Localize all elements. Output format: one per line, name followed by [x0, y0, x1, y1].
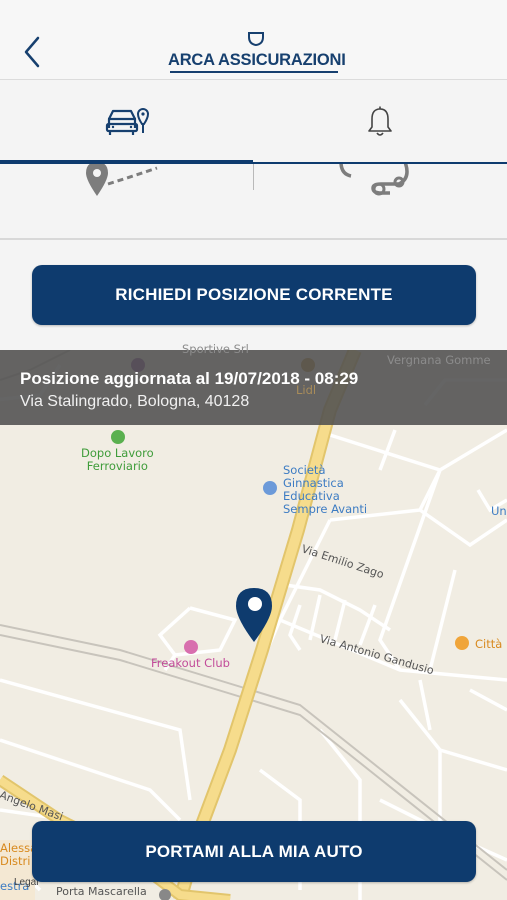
- poi-societa[interactable]: Società Ginnastica Educativa Sempre Avanti: [283, 464, 367, 516]
- club-marker[interactable]: [184, 640, 198, 654]
- poi-uni[interactable]: Uni: [491, 505, 507, 518]
- poi-citta[interactable]: Città: [475, 638, 502, 651]
- tab-notifications[interactable]: [253, 80, 507, 164]
- request-position-button[interactable]: RICHIEDI POSIZIONE CORRENTE: [32, 265, 476, 325]
- poi-dopo-lavoro[interactable]: Dopo Lavoro Ferroviario: [81, 447, 154, 473]
- tab-bar: [0, 80, 507, 164]
- car-location-icon: [105, 108, 150, 135]
- logo-underline: [170, 71, 338, 73]
- route-path-icon: [339, 164, 409, 196]
- position-updated-title: Posizione aggiornata al 19/07/2018 - 08:…: [20, 369, 359, 388]
- back-button[interactable]: [18, 32, 48, 72]
- take-me-to-car-button[interactable]: PORTAMI ALLA MIA AUTO: [32, 821, 476, 882]
- gym-marker[interactable]: [263, 481, 277, 495]
- poi-freakout[interactable]: Freakout Club: [151, 657, 230, 670]
- poi-vergnana: Vergnana Gomme: [387, 353, 491, 367]
- tab-car-tracking[interactable]: [0, 80, 253, 164]
- map-roads: [0, 350, 507, 900]
- street-porta-mascarella: Porta Mascarella: [56, 885, 147, 898]
- logo-text: ARCA ASSICURAZIONI: [168, 51, 346, 69]
- feature-carousel[interactable]: [0, 164, 507, 240]
- app-header: ARCA ASSICURAZIONI: [0, 0, 507, 80]
- restaurant-marker[interactable]: [455, 636, 469, 650]
- route-pin-icon: [86, 164, 158, 196]
- position-address: Via Stalingrado, Bologna, 40128: [20, 393, 250, 410]
- logo-mark-icon: [248, 32, 264, 46]
- bell-icon: [368, 106, 392, 136]
- carousel-divider: [253, 164, 254, 190]
- map-view[interactable]: Dopo Lavoro Ferroviario Società Ginnastica…: [0, 350, 507, 900]
- park-marker[interactable]: [111, 430, 125, 444]
- position-info-overlay: Sportive Srl Lidl Vergnana Gomme Posizio…: [0, 343, 507, 425]
- chevron-left-icon: [24, 36, 40, 68]
- brand-logo: ARCA ASSICURAZIONI: [168, 32, 346, 73]
- poi-sportive: Sportive Srl: [182, 342, 249, 356]
